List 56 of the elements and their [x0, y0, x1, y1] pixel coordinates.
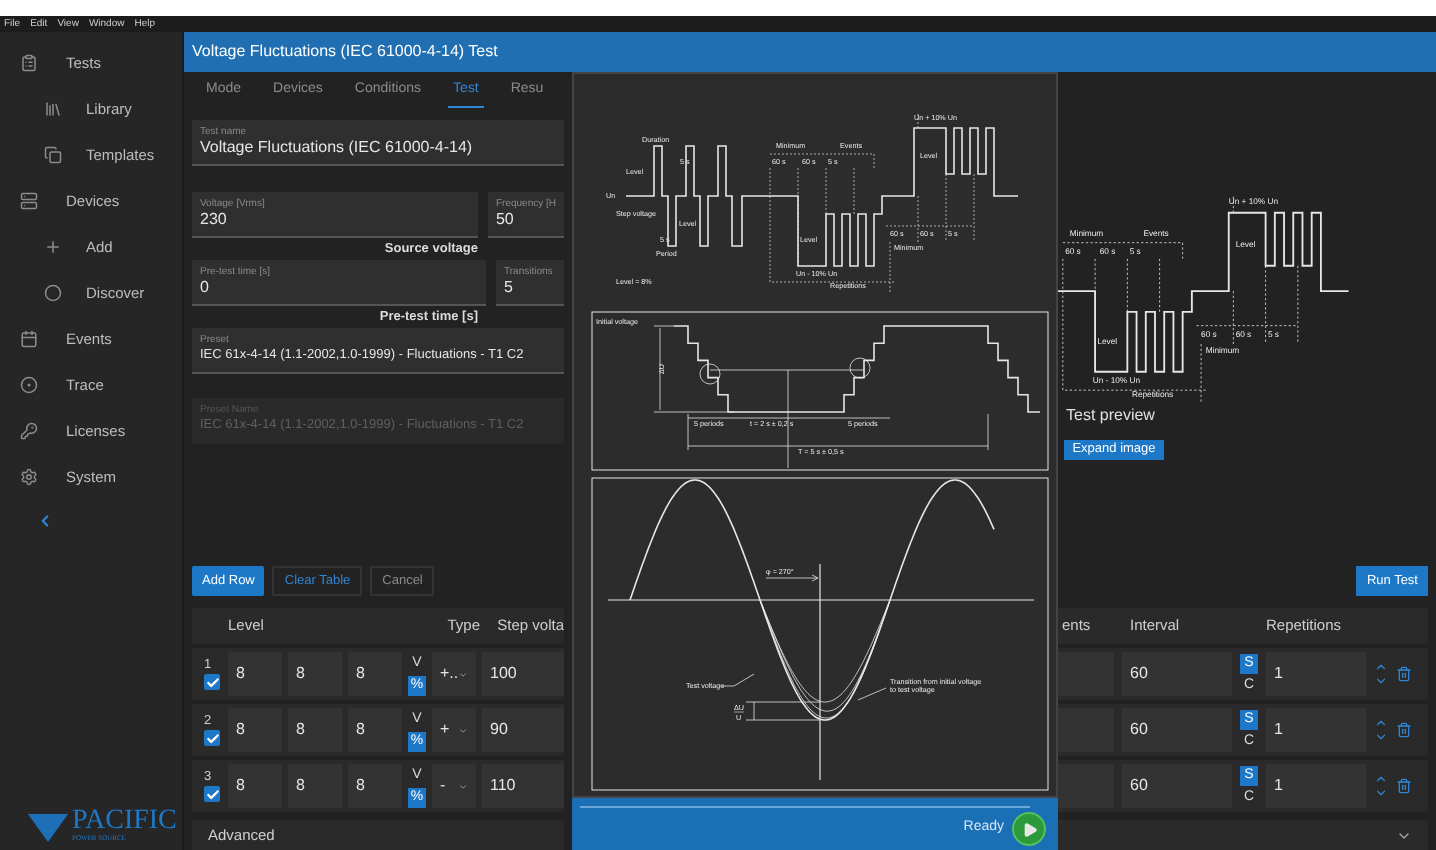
preview-caption: Test preview: [1066, 404, 1157, 428]
increment-icon[interactable]: [1374, 660, 1388, 674]
plus-icon[interactable]: [44, 238, 62, 256]
level-input[interactable]: 8: [288, 708, 342, 752]
delete-icon[interactable]: [1396, 778, 1412, 794]
caret-icon: [458, 781, 468, 791]
circle-icon[interactable]: [44, 284, 62, 302]
increment-icon[interactable]: [1374, 716, 1388, 730]
target-icon[interactable]: [20, 376, 38, 394]
delete-icon[interactable]: [1396, 666, 1412, 682]
logo-icon: [28, 814, 68, 842]
play-icon: [1021, 821, 1037, 837]
level-input[interactable]: 8: [228, 708, 282, 752]
step-input[interactable]: 110: [482, 764, 564, 808]
interval-input[interactable]: 60: [1122, 764, 1232, 808]
decrement-icon[interactable]: [1374, 730, 1388, 744]
type-select[interactable]: +..: [432, 652, 476, 696]
books-icon[interactable]: [44, 100, 62, 118]
events-input[interactable]: [1058, 764, 1114, 808]
interval-input[interactable]: 60: [1122, 652, 1232, 696]
delete-icon[interactable]: [1396, 722, 1412, 738]
clipboard-icon[interactable]: [20, 54, 38, 72]
repetitions-input[interactable]: 1: [1266, 652, 1366, 696]
type-select[interactable]: -: [432, 764, 476, 808]
checkbox[interactable]: [204, 674, 220, 690]
events-input[interactable]: [1058, 708, 1114, 752]
collapse-icon[interactable]: [36, 511, 54, 529]
play-button[interactable]: [1012, 812, 1046, 846]
level-input[interactable]: 8: [288, 652, 342, 696]
level-input[interactable]: 8: [228, 764, 282, 808]
caret-icon: [458, 725, 468, 735]
settings-icon[interactable]: [20, 468, 38, 486]
interval-input[interactable]: 60: [1122, 708, 1232, 752]
panel-icon[interactable]: [20, 192, 38, 210]
repetitions-input[interactable]: 1: [1266, 708, 1366, 752]
repetitions-input[interactable]: 1: [1266, 764, 1366, 808]
calendar-icon[interactable]: [20, 330, 38, 348]
level-input[interactable]: 8: [288, 764, 342, 808]
title-bar: Voltage Fluctuations (IEC 61000-4-14) Test: [184, 32, 1436, 72]
decrement-icon[interactable]: [1374, 674, 1388, 688]
checkbox[interactable]: [204, 730, 220, 746]
checkbox[interactable]: [204, 786, 220, 802]
step-input[interactable]: 100: [482, 652, 564, 696]
caret-icon: [458, 669, 468, 679]
level-input[interactable]: 8: [348, 764, 402, 808]
step-input[interactable]: 90: [482, 708, 564, 752]
key-icon[interactable]: [20, 422, 38, 440]
level-input[interactable]: 8: [348, 708, 402, 752]
decrement-icon[interactable]: [1374, 786, 1388, 800]
logo-name: PACIFIC: [72, 808, 177, 834]
increment-icon[interactable]: [1374, 772, 1388, 786]
type-select[interactable]: +: [432, 708, 476, 752]
copy-icon[interactable]: [44, 146, 62, 164]
level-input[interactable]: 8: [348, 652, 402, 696]
level-input[interactable]: 8: [228, 652, 282, 696]
events-input[interactable]: [1058, 652, 1114, 696]
